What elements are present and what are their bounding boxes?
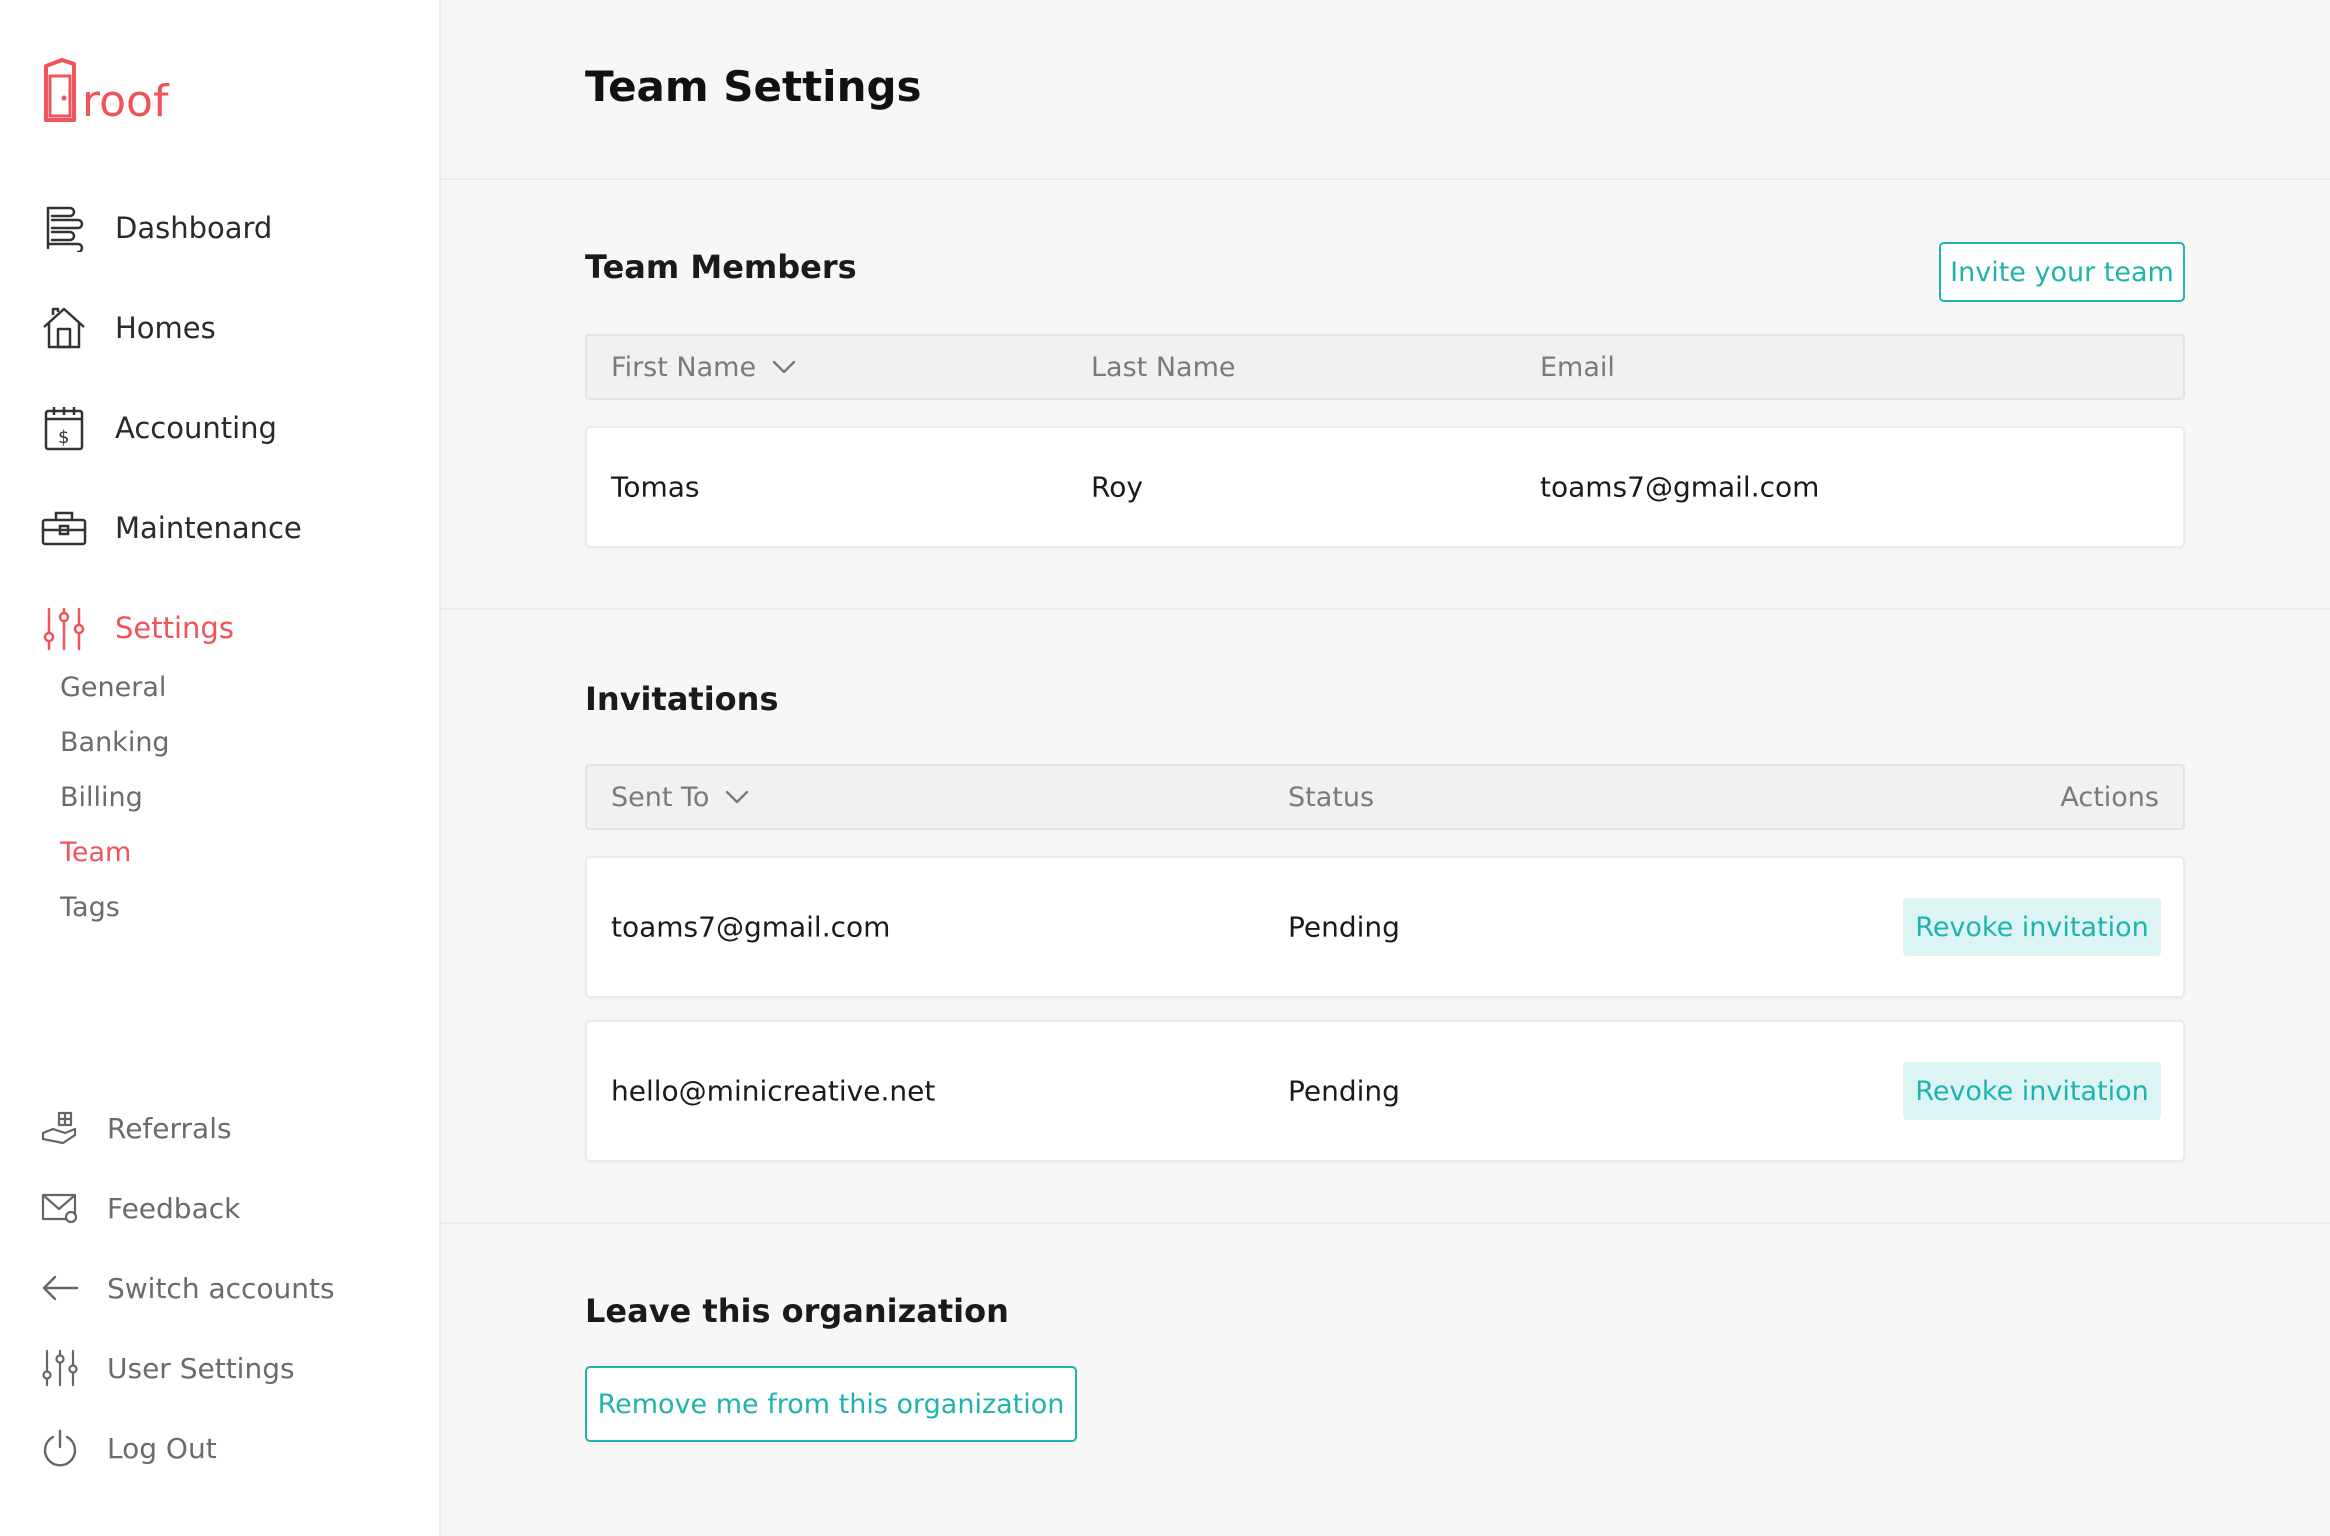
- nav-label: Accounting: [115, 411, 277, 445]
- table-row: hello@minicreative.net Pending Revoke in…: [585, 1020, 2185, 1162]
- main-nav: Dashboard Homes $ Accounting Maintenance…: [40, 178, 302, 678]
- referral-gift-icon: [40, 1108, 80, 1148]
- member-last-name: Roy: [1091, 470, 1143, 504]
- invite-email: toams7@gmail.com: [611, 910, 891, 944]
- invite-status: Pending: [1288, 910, 1400, 944]
- sidebar: roof Dashboard Homes $ Accounting Mainte…: [0, 0, 441, 1536]
- nav-user-settings[interactable]: User Settings: [40, 1328, 335, 1408]
- nav-label: Feedback: [107, 1191, 241, 1225]
- logo-text: roof: [82, 76, 169, 127]
- leave-organization-section: Leave this organization Remove me from t…: [441, 1224, 2330, 1534]
- invitations-section: Invitations Sent To Status Actions toams…: [441, 610, 2330, 1224]
- invite-team-button[interactable]: Invite your team: [1939, 242, 2185, 302]
- settings-subnav: General Banking Billing Team Tags: [60, 666, 170, 941]
- invitations-table-header: Sent To Status Actions: [585, 764, 2185, 830]
- column-status: Status: [1288, 781, 1375, 813]
- nav-label: Referrals: [107, 1111, 232, 1145]
- nav-dashboard[interactable]: Dashboard: [40, 178, 302, 278]
- team-members-section: Team Members Invite your team First Name…: [441, 180, 2330, 610]
- column-first-name[interactable]: First Name: [611, 352, 796, 383]
- sliders-icon: [40, 604, 88, 652]
- main-content: Team Settings Team Members Invite your t…: [441, 0, 2330, 1536]
- nav-label: User Settings: [107, 1351, 295, 1385]
- roof-logo[interactable]: roof: [40, 58, 168, 124]
- door-logo-icon: [44, 58, 76, 122]
- nav-label: Log Out: [107, 1431, 217, 1465]
- subnav-general[interactable]: General: [60, 666, 170, 721]
- nav-feedback[interactable]: Feedback: [40, 1168, 335, 1248]
- subnav-team[interactable]: Team: [60, 831, 170, 886]
- column-sent-to[interactable]: Sent To: [611, 782, 749, 813]
- nav-switch-accounts[interactable]: Switch accounts: [40, 1248, 335, 1328]
- nav-label: Switch accounts: [107, 1271, 335, 1305]
- nav-label: Dashboard: [115, 211, 273, 245]
- subnav-tags[interactable]: Tags: [60, 886, 170, 941]
- team-members-title: Team Members: [585, 248, 857, 286]
- member-first-name: Tomas: [611, 470, 700, 504]
- table-row[interactable]: Tomas Roy toams7@gmail.com: [585, 426, 2185, 548]
- bottom-nav: Referrals Feedback Switch accounts User …: [40, 1088, 335, 1488]
- revoke-invitation-button[interactable]: Revoke invitation: [1903, 898, 2161, 956]
- svg-text:$: $: [58, 427, 69, 448]
- leave-organization-title: Leave this organization: [585, 1292, 1009, 1330]
- invite-email: hello@minicreative.net: [611, 1074, 936, 1108]
- dashboard-icon: [40, 204, 88, 252]
- table-row: toams7@gmail.com Pending Revoke invitati…: [585, 856, 2185, 998]
- nav-settings[interactable]: Settings: [40, 578, 302, 678]
- column-actions: Actions: [2060, 781, 2159, 813]
- subnav-banking[interactable]: Banking: [60, 721, 170, 776]
- nav-label: Homes: [115, 311, 216, 345]
- accounting-icon: $: [40, 404, 88, 452]
- member-email: toams7@gmail.com: [1540, 470, 1820, 504]
- page-header: Team Settings: [441, 0, 2330, 180]
- arrow-left-icon: [40, 1268, 80, 1308]
- chevron-down-icon: [725, 790, 749, 804]
- invite-status: Pending: [1288, 1074, 1400, 1108]
- sliders-icon: [40, 1348, 80, 1388]
- members-table-header: First Name Last Name Email: [585, 334, 2185, 400]
- column-label: First Name: [611, 351, 757, 383]
- nav-log-out[interactable]: Log Out: [40, 1408, 335, 1488]
- column-email: Email: [1540, 351, 1615, 383]
- chevron-down-icon: [772, 360, 796, 374]
- subnav-billing[interactable]: Billing: [60, 776, 170, 831]
- page-title: Team Settings: [585, 62, 922, 111]
- nav-label: Settings: [115, 611, 234, 645]
- nav-referrals[interactable]: Referrals: [40, 1088, 335, 1168]
- nav-maintenance[interactable]: Maintenance: [40, 478, 302, 578]
- nav-label: Maintenance: [115, 511, 302, 545]
- nav-accounting[interactable]: $ Accounting: [40, 378, 302, 478]
- invitations-title: Invitations: [585, 680, 779, 718]
- remove-me-button[interactable]: Remove me from this organization: [585, 1366, 1077, 1442]
- power-icon: [40, 1428, 80, 1468]
- column-label: Sent To: [611, 781, 710, 813]
- revoke-invitation-button[interactable]: Revoke invitation: [1903, 1062, 2161, 1120]
- toolbox-icon: [40, 504, 88, 552]
- home-icon: [40, 304, 88, 352]
- feedback-mail-icon: [40, 1188, 80, 1228]
- column-last-name: Last Name: [1091, 351, 1236, 383]
- nav-homes[interactable]: Homes: [40, 278, 302, 378]
